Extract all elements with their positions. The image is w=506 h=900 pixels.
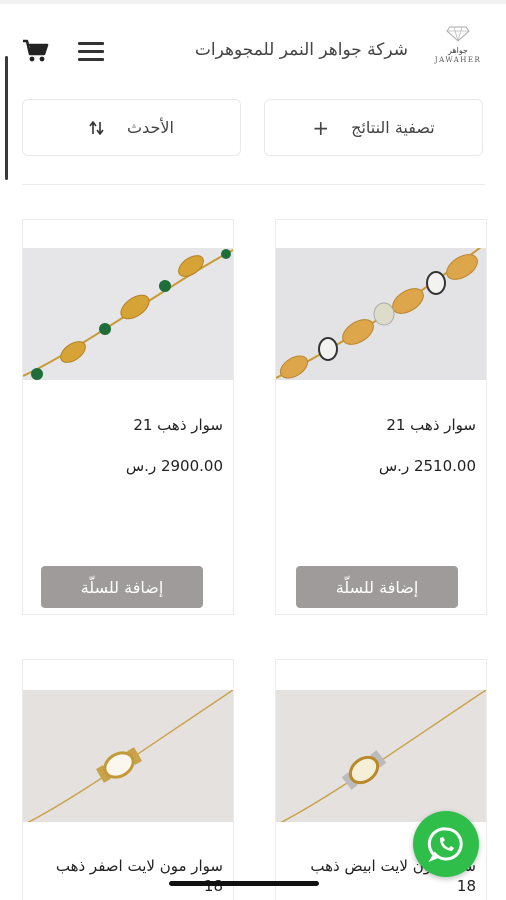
product-image[interactable] — [276, 248, 486, 380]
home-indicator — [169, 881, 319, 886]
product-price: 2510.00 ر.س — [378, 457, 476, 475]
product-price: 2900.00 ر.س — [125, 457, 223, 475]
logo-text: JAWAHER — [434, 56, 482, 64]
filter-label: تصفية النتائج — [351, 118, 435, 137]
store-name[interactable]: شركة جواهر النمر للمجوهرات — [195, 40, 408, 60]
top-border — [0, 0, 506, 4]
filter-results-button[interactable]: تصفية النتائج + — [264, 99, 483, 156]
add-to-cart-button[interactable]: إضافة للسلّة — [41, 566, 203, 608]
product-card[interactable]: سوار ذهب 21 2900.00 ر.س إضافة للسلّة — [22, 219, 234, 615]
product-name[interactable]: سوار ذهب 21 — [133, 416, 223, 434]
add-to-cart-button[interactable]: إضافة للسلّة — [296, 566, 458, 608]
product-image[interactable] — [276, 690, 486, 822]
product-name[interactable]: سوار ذهب 21 — [386, 416, 476, 434]
logo-arabic-text: جواهر — [448, 46, 468, 55]
divider — [22, 184, 485, 185]
sort-button[interactable]: الأحدث — [22, 99, 241, 156]
sort-label: الأحدث — [127, 118, 174, 137]
sort-arrows-icon — [89, 120, 104, 135]
cart-icon[interactable] — [22, 38, 50, 64]
product-card[interactable]: سوار ذهب 21 2510.00 ر.س إضافة للسلّة — [275, 219, 487, 615]
whatsapp-icon[interactable] — [413, 811, 479, 877]
brand-logo[interactable]: جواهر JAWAHER — [428, 26, 488, 78]
product-image[interactable] — [23, 690, 233, 822]
site-header: شركة جواهر النمر للمجوهرات جواهر JAWAHER — [0, 18, 506, 84]
plus-icon: + — [312, 115, 330, 140]
product-image[interactable] — [23, 248, 233, 380]
product-name[interactable]: سوار مون لايت اصفر ذهب 18 — [43, 856, 223, 896]
diamond-icon — [446, 26, 470, 43]
product-card[interactable]: سوار مون لايت اصفر ذهب 18 — [22, 659, 234, 900]
hamburger-menu-icon[interactable] — [78, 42, 104, 62]
